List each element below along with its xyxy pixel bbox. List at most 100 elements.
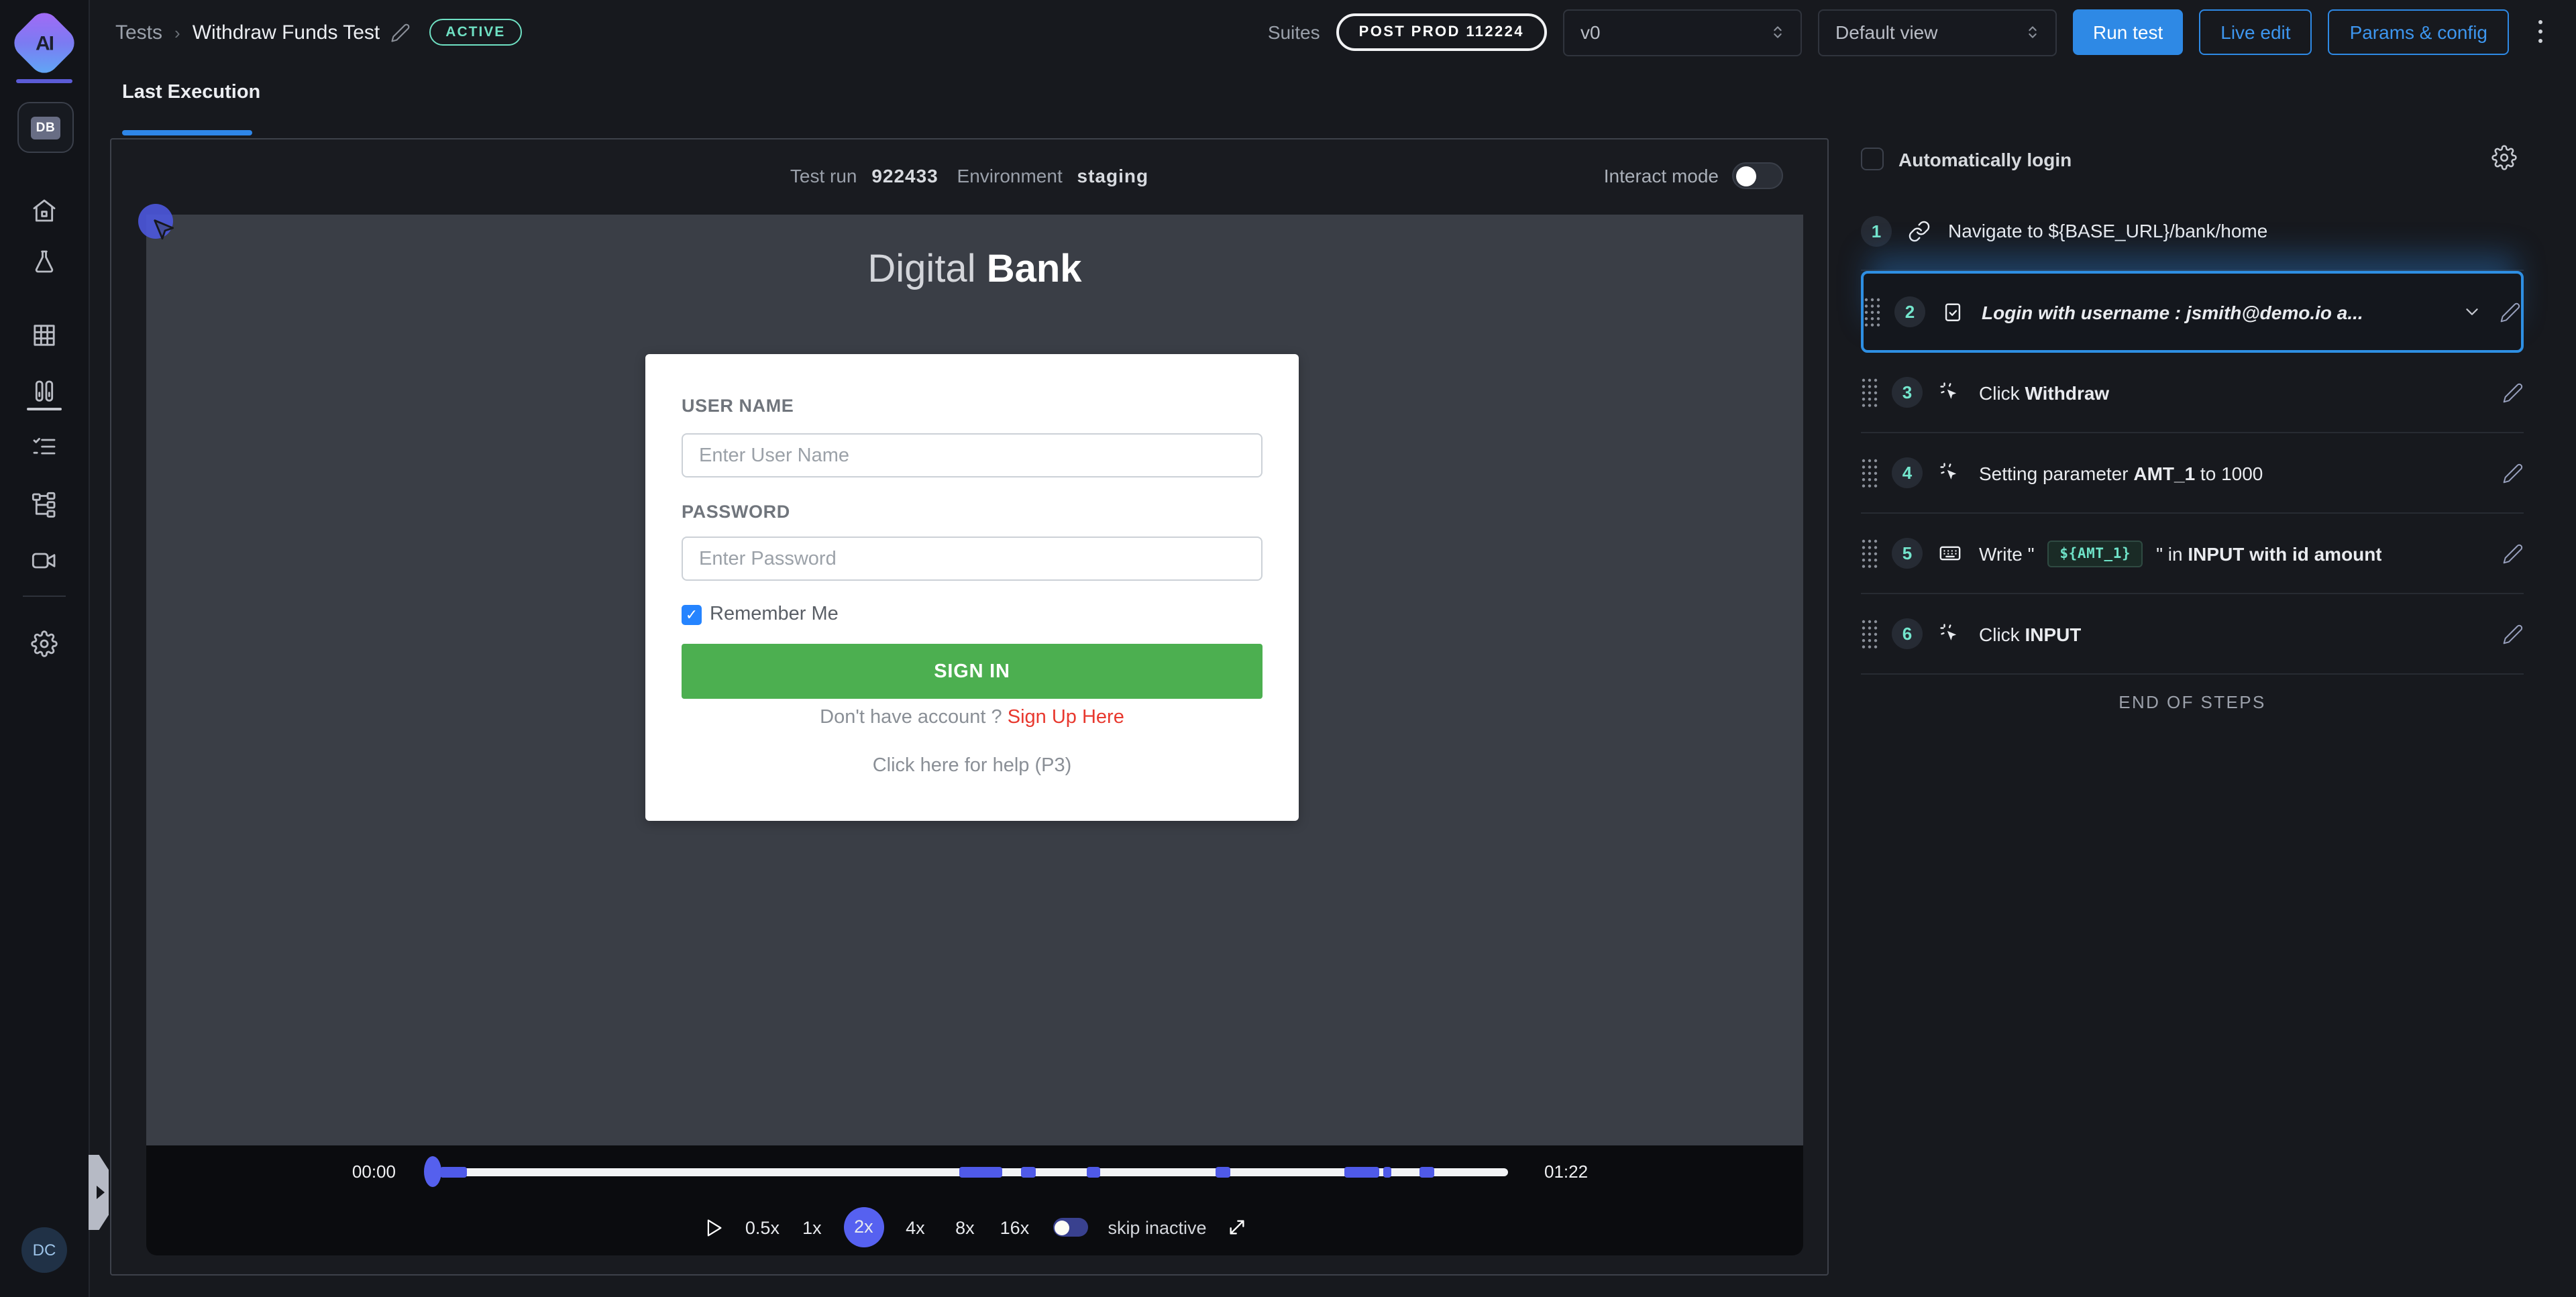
step-row-3[interactable]: 3 Click Withdraw xyxy=(1861,353,2524,433)
step-number-badge: 3 xyxy=(1892,377,1923,408)
speed-options: 0.5x 1x 2x 4x 8x 16x xyxy=(744,1207,1032,1247)
speed-option-8x[interactable]: 8x xyxy=(947,1217,983,1237)
app-logo-icon[interactable]: AI xyxy=(8,7,80,78)
rename-test-icon[interactable] xyxy=(390,22,411,42)
sidebar-item-checklist-icon[interactable] xyxy=(31,433,58,460)
password-input[interactable] xyxy=(682,537,1263,581)
interact-mode-toggle[interactable] xyxy=(1732,162,1783,189)
username-input[interactable] xyxy=(682,433,1263,477)
remember-me-checkbox[interactable]: ✓ xyxy=(682,604,702,624)
seek-marker[interactable] xyxy=(1344,1167,1379,1178)
drag-handle-icon[interactable] xyxy=(1861,537,1878,569)
seek-marker[interactable] xyxy=(1086,1167,1100,1178)
edit-step-icon[interactable] xyxy=(2502,623,2524,644)
cursor-click-icon xyxy=(1939,461,1962,484)
chevron-down-icon[interactable] xyxy=(2462,302,2482,322)
run-test-button[interactable]: Run test xyxy=(2073,9,2183,55)
step-row-2[interactable]: 2Login with username : jsmith@demo.io a.… xyxy=(1861,271,2524,353)
seek-marker[interactable] xyxy=(1022,1167,1036,1178)
drag-handle-icon[interactable] xyxy=(1861,618,1878,650)
sidebar-item-grid-icon[interactable] xyxy=(31,322,58,349)
sidebar-expand-handle[interactable] xyxy=(89,1155,109,1230)
skip-inactive-toggle[interactable] xyxy=(1053,1218,1087,1237)
steps-settings-gear-icon[interactable] xyxy=(2491,145,2517,170)
seek-marker[interactable] xyxy=(1383,1167,1392,1178)
sidebar-active-underline xyxy=(27,408,62,410)
step-row-4[interactable]: 4Setting parameter AMT_1 to 1000 xyxy=(1861,433,2524,514)
step-row-1[interactable]: 1Navigate to ${BASE_URL}/bank/home xyxy=(1861,192,2524,271)
edit-step-icon[interactable] xyxy=(2502,462,2524,484)
step-description: Click Withdraw xyxy=(1979,382,2109,403)
step-row-5[interactable]: 5Write " ${AMT_1} " in INPUT with id amo… xyxy=(1861,514,2524,594)
step-description: Setting parameter AMT_1 to 1000 xyxy=(1979,462,2263,484)
sidebar-item-tree-icon[interactable] xyxy=(31,491,58,518)
auto-login-checkbox[interactable] xyxy=(1861,148,1884,170)
speed-option-1x[interactable]: 1x xyxy=(794,1217,830,1237)
select-chevrons-icon xyxy=(2023,21,2042,43)
sidebar: AI DB DC xyxy=(0,0,90,1297)
seek-marker[interactable] xyxy=(441,1167,466,1178)
version-select[interactable]: v0 xyxy=(1563,9,1802,56)
run-header: Test run 922433 Environment staging Inte… xyxy=(111,139,1827,215)
sidebar-item-camera-icon[interactable] xyxy=(31,547,58,574)
breadcrumb-separator-icon: › xyxy=(174,22,180,42)
seek-marker[interactable] xyxy=(1419,1167,1434,1178)
sidebar-item-test-tubes-icon[interactable] xyxy=(31,378,58,405)
workspace-switcher[interactable]: DB xyxy=(17,102,74,153)
replay-viewport[interactable]: Digital Bank USER NAME PASSWORD ✓ Rememb… xyxy=(146,215,1803,1145)
sign-up-link[interactable]: Sign Up Here xyxy=(1008,707,1124,728)
live-edit-button[interactable]: Live edit xyxy=(2199,9,2312,55)
fullscreen-icon[interactable] xyxy=(1227,1217,1248,1238)
speed-option-16x[interactable]: 16x xyxy=(996,1217,1032,1237)
step-number-badge: 1 xyxy=(1861,215,1892,246)
seek-bar[interactable] xyxy=(432,1168,1508,1176)
drag-handle-icon[interactable] xyxy=(1864,296,1881,328)
params-config-button[interactable]: Params & config xyxy=(2328,9,2509,55)
end-of-steps-label: END OF STEPS xyxy=(1861,692,2524,712)
sidebar-item-flask-icon[interactable] xyxy=(31,248,58,275)
play-button-icon[interactable] xyxy=(701,1216,724,1239)
environment-label: Environment xyxy=(957,165,1063,186)
keyboard-icon xyxy=(1939,542,1962,565)
view-select[interactable]: Default view xyxy=(1818,9,2057,56)
help-link[interactable]: Click here for help (P3) xyxy=(645,755,1299,777)
steps-panel: Automatically login 1Navigate to ${BASE_… xyxy=(1829,64,2576,1297)
edit-step-icon[interactable] xyxy=(2500,301,2521,323)
auto-login-label: Automatically login xyxy=(1898,148,2072,170)
parameter-chip: ${AMT_1} xyxy=(2047,540,2143,567)
seek-thumb[interactable] xyxy=(424,1156,441,1187)
step-description: Write " ${AMT_1} " in INPUT with id amou… xyxy=(1979,540,2382,567)
tab-last-execution[interactable]: Last Execution xyxy=(122,82,260,103)
total-time: 01:22 xyxy=(1544,1162,1588,1182)
top-bar: Tests › Withdraw Funds Test ACTIVE Suite… xyxy=(89,0,2576,64)
edit-step-icon[interactable] xyxy=(2502,543,2524,564)
skip-inactive-label: skip inactive xyxy=(1108,1217,1206,1237)
step-description: Login with username : jsmith@demo.io a..… xyxy=(1982,301,2363,323)
auto-login-option[interactable]: Automatically login xyxy=(1861,148,2072,170)
replay-player: 00:00 01:22 0.5x1x2x4x8x16x skip inactiv… xyxy=(146,1145,1803,1255)
speed-option-2x[interactable]: 2x xyxy=(843,1207,883,1247)
interact-mode-label: Interact mode xyxy=(1604,165,1719,186)
drag-handle-icon[interactable] xyxy=(1861,376,1878,408)
more-menu-icon[interactable] xyxy=(2528,17,2555,47)
step-row-6[interactable]: 6Click INPUT xyxy=(1861,594,2524,675)
step-description: Click INPUT xyxy=(1979,623,2081,644)
breadcrumb-tests[interactable]: Tests xyxy=(115,21,162,44)
sidebar-item-home-icon[interactable] xyxy=(31,197,58,224)
clipboard-check-icon xyxy=(1941,300,1964,323)
drag-handle-icon[interactable] xyxy=(1861,457,1878,489)
seek-marker[interactable] xyxy=(1216,1167,1230,1178)
version-select-value: v0 xyxy=(1580,21,1601,43)
remember-me[interactable]: ✓ Remember Me xyxy=(682,604,839,625)
test-run-value: 922433 xyxy=(871,165,938,186)
sign-in-button[interactable]: SIGN IN xyxy=(682,644,1263,699)
run-meta: Test run 922433 Environment staging xyxy=(111,165,1827,186)
seek-marker[interactable] xyxy=(959,1167,1002,1178)
status-badge: ACTIVE xyxy=(429,19,521,46)
edit-step-icon[interactable] xyxy=(2502,382,2524,403)
speed-option-0.5x[interactable]: 0.5x xyxy=(744,1217,780,1237)
suite-pill[interactable]: POST PROD 112224 xyxy=(1336,13,1547,51)
user-avatar[interactable]: DC xyxy=(21,1227,67,1273)
sidebar-item-gear-icon[interactable] xyxy=(31,630,58,657)
speed-option-4x[interactable]: 4x xyxy=(897,1217,933,1237)
